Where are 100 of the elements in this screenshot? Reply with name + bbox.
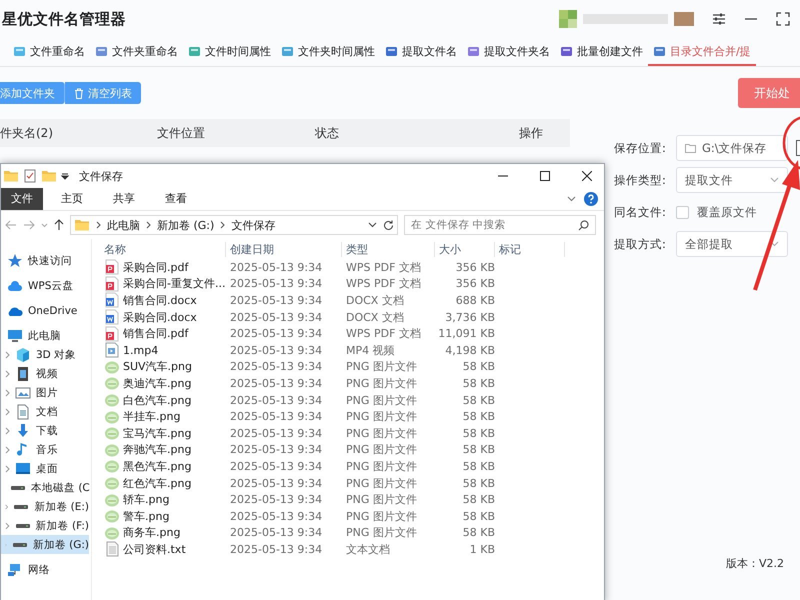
- pdf-file-icon: [104, 276, 120, 292]
- network-icon: [7, 562, 23, 578]
- file-size: 58 KB: [462, 410, 495, 424]
- file-row[interactable]: 警车.png 2025-05-13 9:34 PNG 图片文件 58 KB: [100, 508, 604, 524]
- file-type: PNG 图片文件: [345, 476, 418, 491]
- nav-item[interactable]: 3D 对象: [1, 345, 89, 364]
- file-date: 2025-05-13 9:34: [229, 277, 324, 290]
- checkbox[interactable]: [676, 206, 689, 218]
- breadcrumb-item[interactable]: 新加卷 (G:): [157, 218, 214, 232]
- app-tab[interactable]: 文件时间属性: [183, 38, 276, 66]
- file-date: 2025-05-13 9:34: [229, 526, 324, 540]
- column-header[interactable]: 大小: [435, 242, 495, 256]
- nav-item[interactable]: OneDrive: [1, 301, 89, 320]
- nav-item[interactable]: 下载: [1, 421, 89, 440]
- dropdown[interactable]: 全部提取: [676, 231, 788, 257]
- nav-item[interactable]: 视频: [1, 364, 89, 383]
- app-tab[interactable]: 目录文件合并/提: [648, 38, 756, 66]
- file-row[interactable]: 公司资料.txt 2025-05-13 9:34 文本文档 1 KB: [100, 541, 604, 558]
- file-name: 白色汽车.png: [123, 392, 192, 408]
- file-row[interactable]: 销售合同.pdf 2025-05-13 9:34 WPS PDF 文档 11,091 KB: [100, 325, 604, 342]
- app-title: 星优文件名管理器: [2, 10, 127, 28]
- nav-item[interactable]: 桌面: [1, 459, 89, 478]
- file-date: 2025-05-13 9:34: [229, 294, 324, 307]
- file-row[interactable]: SUV汽车.png 2025-05-13 9:34 PNG 图片文件 58 KB: [100, 358, 604, 376]
- file-date: 2025-05-13 9:34: [229, 344, 324, 357]
- nav-item[interactable]: 图片: [1, 383, 89, 402]
- tab-icon: [188, 44, 201, 58]
- fullscreen-icon: [776, 12, 790, 26]
- file-type: DOCX 文档: [345, 292, 405, 308]
- document-icon: [15, 404, 31, 420]
- file-row[interactable]: 黑色汽车.png 2025-05-13 9:34 PNG 图片文件 58 KB: [100, 458, 604, 475]
- nav-item[interactable]: 新加卷 (F:): [1, 516, 89, 535]
- app-tab[interactable]: 提取文件夹名: [462, 38, 555, 66]
- monitor-icon: [7, 328, 23, 344]
- cube-icon: [15, 346, 31, 362]
- file-size: 58 KB: [462, 360, 495, 374]
- field-label: 操作类型:: [614, 172, 667, 188]
- chevron-down-icon: [41, 222, 48, 228]
- nav-item[interactable]: 此电脑: [1, 326, 89, 345]
- file-row[interactable]: 商务车.png 2025-05-13 9:34 PNG 图片文件 58 KB: [100, 524, 604, 542]
- nav-item[interactable]: WPS云盘: [1, 276, 89, 295]
- nav-item[interactable]: 音乐: [1, 440, 89, 459]
- app-tab[interactable]: 文件重命名: [8, 38, 90, 66]
- column-header[interactable]: 名称: [100, 242, 226, 256]
- address-bar[interactable]: 此电脑 新加卷 (G:) 文件保存: [70, 215, 398, 235]
- nav-item[interactable]: 文档: [1, 402, 89, 421]
- file-row[interactable]: 采购合同.pdf 2025-05-13 9:34 WPS PDF 文档 356 KB: [100, 259, 604, 276]
- file-name: 采购合同.docx: [123, 310, 197, 325]
- new-folder-icon: [41, 168, 57, 184]
- file-size: 58 KB: [462, 510, 495, 523]
- file-size: 1 KB: [468, 542, 495, 556]
- nav-item[interactable]: 新加卷 (G:): [1, 535, 89, 554]
- search-field[interactable]: 在 文件保存 中搜索: [404, 215, 596, 235]
- nav-item[interactable]: 新加卷 (E:): [1, 497, 89, 516]
- app-tab[interactable]: 文件夹时间属性: [276, 38, 380, 66]
- breadcrumb-chevron-icon: [96, 221, 101, 229]
- chevron-down-icon: [770, 241, 779, 247]
- file-row[interactable]: 销售合同.docx 2025-05-13 9:34 DOCX 文档 688 KB: [100, 292, 604, 309]
- file-row[interactable]: 白色汽车.png 2025-05-13 9:34 PNG 图片文件 58 KB: [100, 392, 604, 408]
- file-row[interactable]: 采购合同.docx 2025-05-13 9:34 DOCX 文档 3,736 KB: [100, 308, 604, 326]
- image-file-icon: [104, 375, 120, 392]
- breadcrumb-item[interactable]: 此电脑: [107, 218, 140, 232]
- file-row[interactable]: 红色汽车.png 2025-05-13 9:34 PNG 图片文件 58 KB: [100, 474, 604, 492]
- column-header[interactable]: 标记: [495, 242, 565, 256]
- chevron-down-icon: [770, 177, 779, 183]
- tab-icon: [467, 44, 480, 58]
- ribbon-tab[interactable]: 主页: [51, 188, 93, 210]
- file-type: PNG 图片文件: [345, 409, 418, 424]
- breadcrumb-item[interactable]: 文件保存: [231, 218, 276, 232]
- expand-chevron-icon: [5, 446, 10, 454]
- file-row[interactable]: 奥迪汽车.png 2025-05-13 9:34 PNG 图片文件 58 KB: [100, 375, 604, 392]
- file-name: 销售合同.docx: [123, 292, 197, 308]
- ribbon-tab[interactable]: 查看: [155, 188, 197, 210]
- nav-item[interactable]: 快速访问: [1, 251, 89, 270]
- file-name: 1.mp4: [123, 344, 158, 357]
- column-header[interactable]: 创建日期: [226, 242, 342, 256]
- file-row[interactable]: 轿车.png 2025-05-13 9:34 PNG 图片文件 58 KB: [100, 491, 604, 508]
- tab-icon: [560, 44, 573, 58]
- maximize-icon: [540, 171, 550, 181]
- save-path-field[interactable]: G:\文件保存: [676, 135, 788, 161]
- file-type: PNG 图片文件: [345, 359, 418, 374]
- file-name: 奥迪汽车.png: [123, 376, 192, 391]
- dropdown[interactable]: 提取文件: [676, 167, 788, 193]
- file-row[interactable]: 宝马汽车.png 2025-05-13 9:34 PNG 图片文件 58 KB: [100, 424, 604, 442]
- file-size: 58 KB: [462, 476, 495, 490]
- file-name: 商务车.png: [123, 525, 180, 540]
- app-tab[interactable]: 批量创建文件: [555, 38, 648, 66]
- file-size: 58 KB: [462, 443, 495, 456]
- column-header[interactable]: 类型: [342, 242, 435, 256]
- ribbon-tab[interactable]: 共享: [103, 188, 145, 210]
- ribbon-tab[interactable]: 文件: [1, 188, 43, 210]
- file-row[interactable]: 采购合同-重复文件... 2025-05-13 9:34 WPS PDF 文档 356 KB: [100, 276, 604, 292]
- app-tab[interactable]: 文件夹重命名: [90, 38, 183, 66]
- file-row[interactable]: 奔驰汽车.png 2025-05-13 9:34 PNG 图片文件 58 KB: [100, 442, 604, 458]
- folder-icon: [3, 168, 19, 184]
- nav-item[interactable]: 网络: [1, 560, 89, 579]
- app-tab[interactable]: 提取文件名: [380, 38, 462, 66]
- nav-item[interactable]: 本地磁盘 (C:: [1, 478, 89, 497]
- file-row[interactable]: 1.mp4 2025-05-13 9:34 MP4 视频 4,198 KB: [100, 342, 604, 359]
- file-row[interactable]: 半挂车.png 2025-05-13 9:34 PNG 图片文件 58 KB: [100, 408, 604, 425]
